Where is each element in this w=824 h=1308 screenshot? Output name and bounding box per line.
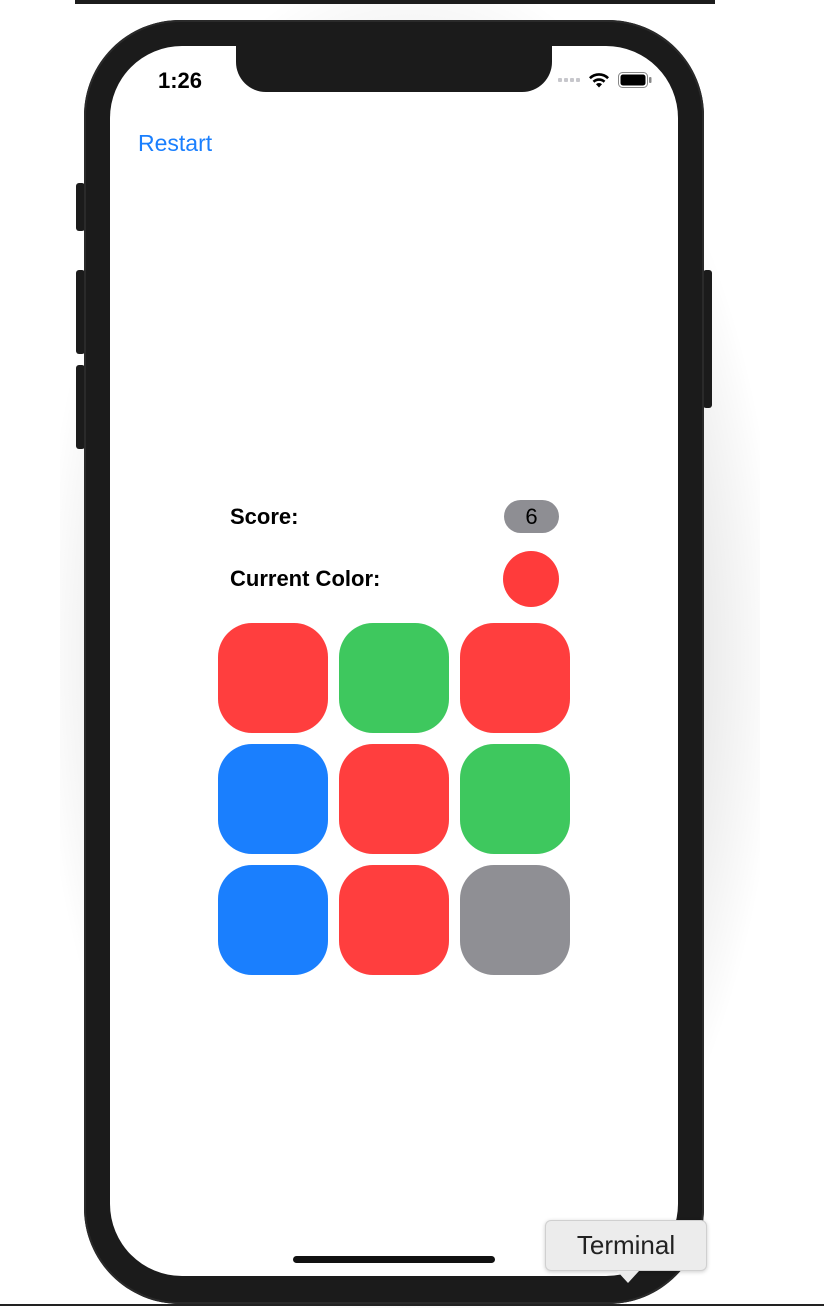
current-color-label: Current Color: [230,566,381,591]
restart-button[interactable]: Restart [138,130,212,157]
phone-screen: 1:26 Restart Score: 6 Current Color: [110,46,678,1276]
home-indicator[interactable] [293,1256,495,1263]
tile-4[interactable] [218,744,328,854]
status-icons [558,70,652,90]
power-button [703,270,712,408]
tooltip-arrow [617,1271,639,1283]
wifi-icon [588,72,610,89]
signal-icon [558,78,580,82]
battery-icon [618,72,652,88]
tile-3[interactable] [460,623,570,733]
tile-9[interactable] [460,865,570,975]
status-time: 1:26 [158,68,203,93]
dock-tooltip: Terminal [545,1220,707,1271]
tile-8[interactable] [339,865,449,975]
tile-2[interactable] [339,623,449,733]
top-window-edge [75,0,715,4]
tile-5[interactable] [339,744,449,854]
tile-7[interactable] [218,865,328,975]
color-tile-grid [218,623,570,975]
tile-6[interactable] [460,744,570,854]
score-value-badge: 6 [504,500,559,533]
score-label: Score: [230,504,299,529]
dock-edge [0,1304,824,1306]
current-color-swatch [503,551,559,607]
notch [236,46,552,92]
tile-1[interactable] [218,623,328,733]
